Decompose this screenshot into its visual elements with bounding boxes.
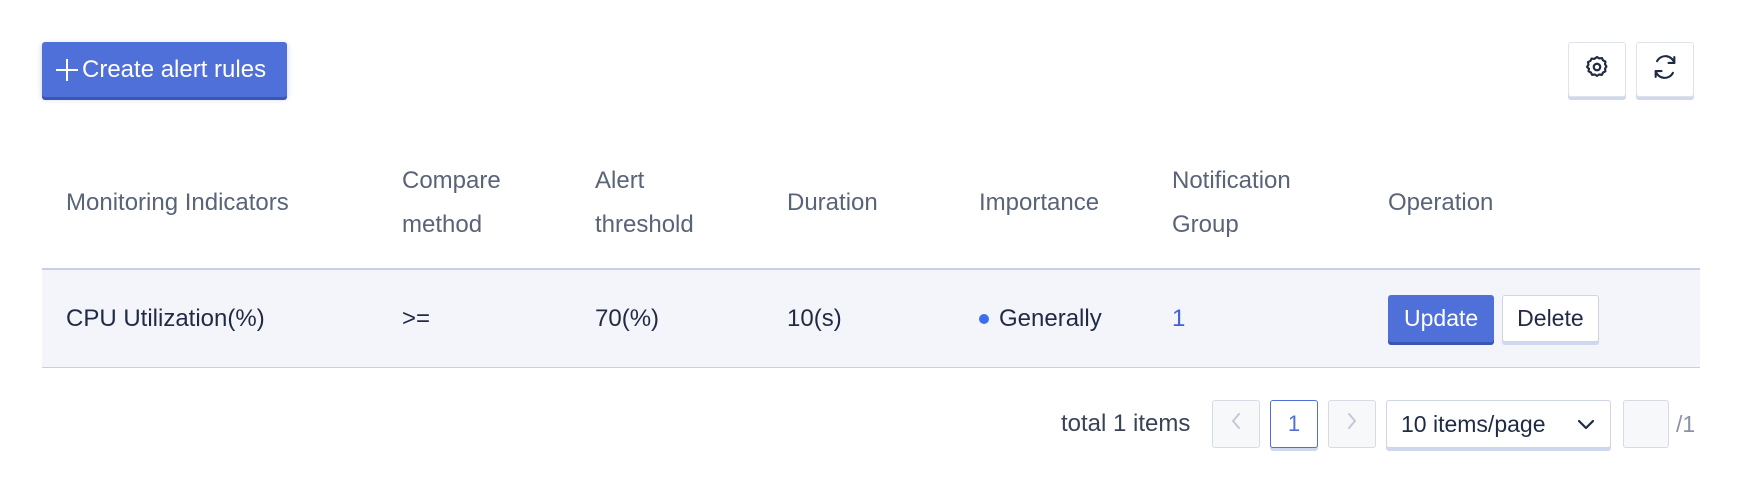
cell-alert-threshold: 70(%) <box>595 304 660 332</box>
header-text: Notification <box>1172 167 1291 194</box>
delete-button[interactable]: Delete <box>1502 295 1599 342</box>
importance-label: Generally <box>999 304 1102 332</box>
cell-indicator: CPU Utilization(%) <box>66 304 265 332</box>
notification-group-link[interactable]: 1 <box>1172 305 1185 333</box>
plus-icon <box>56 58 78 81</box>
page-jump-input[interactable] <box>1623 400 1669 448</box>
header-text: Compare <box>402 167 501 194</box>
next-page-button[interactable] <box>1328 400 1376 448</box>
update-button[interactable]: Update <box>1388 295 1495 342</box>
alert-rules-table: Monitoring Indicators Compare method Ale… <box>42 138 1700 368</box>
column-header-notification-group: Notification Group <box>1172 138 1382 268</box>
chevron-right-icon <box>1345 411 1359 437</box>
cell-operation: Update Delete <box>1388 270 1688 367</box>
chevron-down-icon <box>1576 417 1596 431</box>
column-header-importance: Importance <box>979 138 1159 268</box>
cell-compare-method: >= <box>402 304 431 332</box>
header-text: Importance <box>979 189 1100 216</box>
alert-rules-page: Create alert rules Monitoring Indicators <box>0 0 1738 484</box>
header-text: Operation <box>1388 189 1494 216</box>
previous-page-button[interactable] <box>1212 400 1260 448</box>
page-size-value: 10 items/page <box>1401 410 1546 437</box>
page-number-button[interactable]: 1 <box>1270 400 1318 448</box>
column-header-alert-threshold: Alert threshold <box>595 138 775 268</box>
header-text: Alert <box>595 167 645 194</box>
page-size-select[interactable]: 10 items/page <box>1386 400 1611 448</box>
cell-duration: 10(s) <box>787 304 842 332</box>
pagination: total 1 items 1 10 items/page /1 <box>0 400 1738 450</box>
header-text: threshold <box>595 211 694 238</box>
cell-notification-group: 1 <box>1172 270 1382 367</box>
create-alert-rules-button[interactable]: Create alert rules <box>42 42 287 97</box>
column-header-duration: Duration <box>787 138 967 268</box>
table-row: CPU Utilization(%) >= 70(%) 10(s) Genera… <box>42 270 1700 368</box>
column-header-compare-method: Compare method <box>402 138 582 268</box>
header-text: Group <box>1172 211 1239 238</box>
chevron-left-icon <box>1229 411 1243 437</box>
importance-dot-icon <box>979 313 989 324</box>
settings-button[interactable] <box>1568 42 1626 97</box>
total-items-text: total 1 items <box>1061 410 1191 437</box>
cell-importance: Generally <box>979 270 1159 367</box>
header-text: Duration <box>787 189 878 216</box>
header-text: method <box>402 211 483 238</box>
gear-icon <box>1584 54 1610 85</box>
total-pages-text: /1 <box>1676 410 1696 437</box>
refresh-icon <box>1651 53 1679 86</box>
header-text: Monitoring Indicators <box>66 189 289 216</box>
create-alert-rules-label: Create alert rules <box>82 55 267 83</box>
column-header-operation: Operation <box>1388 138 1688 268</box>
column-header-monitoring-indicators: Monitoring Indicators <box>66 138 396 268</box>
refresh-button[interactable] <box>1636 42 1694 97</box>
table-header: Monitoring Indicators Compare method Ale… <box>42 138 1700 270</box>
